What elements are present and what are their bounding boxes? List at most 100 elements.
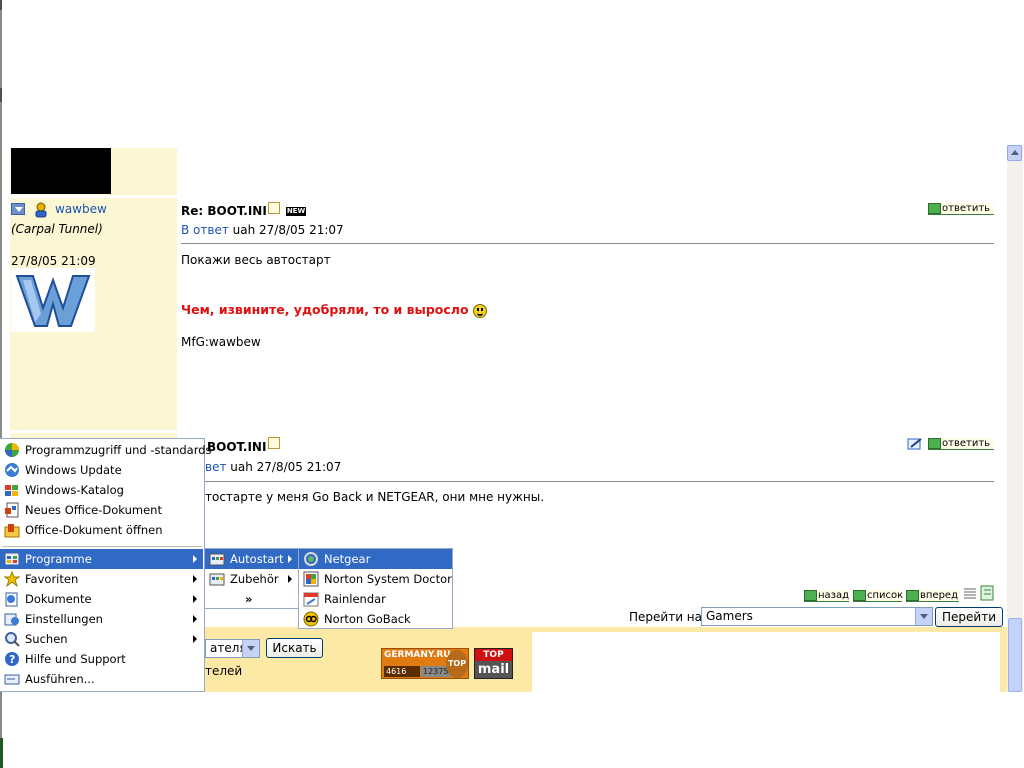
start-item-help[interactable]: ? Hilfe und Support <box>0 649 203 669</box>
avatar <box>11 268 95 332</box>
reply-icon <box>928 438 941 449</box>
germany-ru-counter[interactable]: GERMANY.RU 4616 12375 TOP <box>381 648 469 679</box>
autostart-item-norton-system-doctor[interactable]: Norton System Doctor <box>299 569 452 589</box>
windows-catalog-icon <box>4 482 20 498</box>
submenu-arrow-icon <box>193 595 197 603</box>
post-text-line: Покажи весь автостарт <box>181 253 331 267</box>
topmail-bottom: mail <box>477 662 510 677</box>
topmail-counter[interactable]: TOP mail <box>474 648 513 679</box>
post-quote-red: Чем, извините, удобряли, то и выросло <box>181 302 487 318</box>
go-button[interactable]: Перейти <box>935 607 1003 627</box>
start-item-documents[interactable]: Dokumente <box>0 589 203 609</box>
start-item-windows-catalog[interactable]: Windows-Katalog <box>0 480 203 500</box>
autostart-submenu: Netgear Norton System Doctor Rainlendar … <box>298 548 453 629</box>
post2-reply-link[interactable]: вет <box>205 460 226 474</box>
autostart-item-rainlendar[interactable]: Rainlendar <box>299 589 452 609</box>
scroll-up-arrow-icon <box>1011 150 1019 155</box>
search-text: телей <box>205 664 243 678</box>
submenu-arrow-icon <box>193 575 197 583</box>
reply-to-link[interactable]: В ответ <box>181 223 229 237</box>
list-button[interactable]: список <box>853 590 903 602</box>
post-signature: MfG:wawbew <box>181 335 261 349</box>
search-button[interactable]: Искать <box>266 638 323 658</box>
forum-select[interactable]: Gamers <box>701 607 933 626</box>
submenu-arrow-icon <box>288 555 292 563</box>
counter-title: GERMANY.RU <box>384 650 451 660</box>
autostart-item-norton-goback[interactable]: Norton GoBack <box>299 609 452 629</box>
user-online-icon <box>33 202 49 218</box>
start-item-label: Programme <box>25 552 92 566</box>
start-menu: Programmzugriff und -standards Windows U… <box>0 438 212 692</box>
start-item-label: Windows-Katalog <box>25 483 124 497</box>
author-date: 27/8/05 21:09 <box>11 254 96 268</box>
forward-label: вперед <box>920 590 958 601</box>
left-taskbar-edge <box>0 738 3 768</box>
row-separator <box>10 195 177 198</box>
folder-icon <box>209 551 225 567</box>
new-badge: NEW <box>286 207 306 216</box>
dropdown-arrow-icon[interactable] <box>915 608 932 625</box>
edit-icon[interactable] <box>907 437 923 451</box>
expand-chevron-icon[interactable]: » <box>205 589 298 609</box>
programs-submenu: Autostart Zubehör » <box>204 548 299 609</box>
post-subject: Re: BOOT.INI <box>181 204 267 218</box>
vertical-scrollbar[interactable] <box>1007 145 1023 692</box>
back-label: назад <box>818 590 850 601</box>
open-office-document-icon <box>4 522 20 538</box>
post2-text-line: тостарте у меня Go Back и NETGEAR, они м… <box>205 490 545 504</box>
search-icon <box>4 631 20 647</box>
program-access-icon <box>4 442 20 458</box>
dropdown-arrow-icon[interactable] <box>242 640 259 657</box>
start-item-settings[interactable]: Einstellungen <box>0 609 203 629</box>
submenu-item-accessories[interactable]: Zubehör <box>205 569 298 589</box>
autostart-item-netgear[interactable]: Netgear <box>299 549 452 569</box>
search-scope-select[interactable]: ателя <box>205 639 260 658</box>
menu-separator <box>2 546 202 547</box>
forum-select-value: Gamers <box>706 609 753 623</box>
start-item-program-access[interactable]: Programmzugriff und -standards <box>0 440 212 460</box>
svg-text:?: ? <box>9 653 15 666</box>
jump-to-label: Перейти на <box>629 610 703 624</box>
counter-value-1: 4616 <box>384 666 420 677</box>
start-item-label: Neues Office-Dokument <box>25 503 162 517</box>
post2-reply-info: вет uah 27/8/05 21:07 <box>205 460 341 474</box>
author-rank: (Carpal Tunnel) <box>11 222 103 236</box>
flat-view-icon[interactable] <box>963 587 977 601</box>
start-item-open-office-document[interactable]: Office-Dokument öffnen <box>0 520 203 540</box>
forward-arrow-icon <box>906 590 919 601</box>
panel-border-right <box>1000 627 1007 692</box>
reply-button-2[interactable]: ответить <box>928 438 994 450</box>
start-item-windows-update[interactable]: Windows Update <box>0 460 203 480</box>
submenu-item-autostart[interactable]: Autostart <box>205 549 298 569</box>
new-office-document-icon <box>4 502 20 518</box>
start-item-search[interactable]: Suchen <box>0 629 203 649</box>
start-item-programs[interactable]: Programme <box>0 549 203 569</box>
reply-button[interactable]: ответить <box>928 203 994 215</box>
previous-signature-image <box>11 148 111 194</box>
author-name-link[interactable]: wawbew <box>55 202 107 216</box>
start-item-run[interactable]: Ausführen... <box>0 669 203 689</box>
windows-update-icon <box>4 462 20 478</box>
folder-icon <box>209 571 225 587</box>
submenu-arrow-icon <box>193 555 197 563</box>
start-item-favorites[interactable]: Favoriten <box>0 569 203 589</box>
scroll-up-button[interactable] <box>1007 145 1022 161</box>
start-item-label: Favoriten <box>25 572 79 586</box>
jump-down-icon[interactable] <box>11 203 25 215</box>
norton-goback-icon <box>303 611 319 627</box>
threaded-view-icon[interactable] <box>980 585 994 601</box>
reply-icon <box>928 203 941 214</box>
help-icon: ? <box>4 651 20 667</box>
back-button[interactable]: назад <box>804 590 849 602</box>
post-divider <box>181 243 994 244</box>
netgear-icon <box>303 551 319 567</box>
reply-meta: uah 27/8/05 21:07 <box>232 223 344 237</box>
info-box <box>532 632 1000 692</box>
start-item-new-office-document[interactable]: Neues Office-Dokument <box>0 500 203 520</box>
left-border-mark <box>0 0 2 10</box>
favorites-star-icon <box>3 570 21 588</box>
start-item-label: Windows Update <box>25 463 122 477</box>
forward-button[interactable]: вперед <box>906 590 959 602</box>
scroll-thumb[interactable] <box>1008 618 1022 692</box>
submenu-arrow-icon <box>288 575 292 583</box>
